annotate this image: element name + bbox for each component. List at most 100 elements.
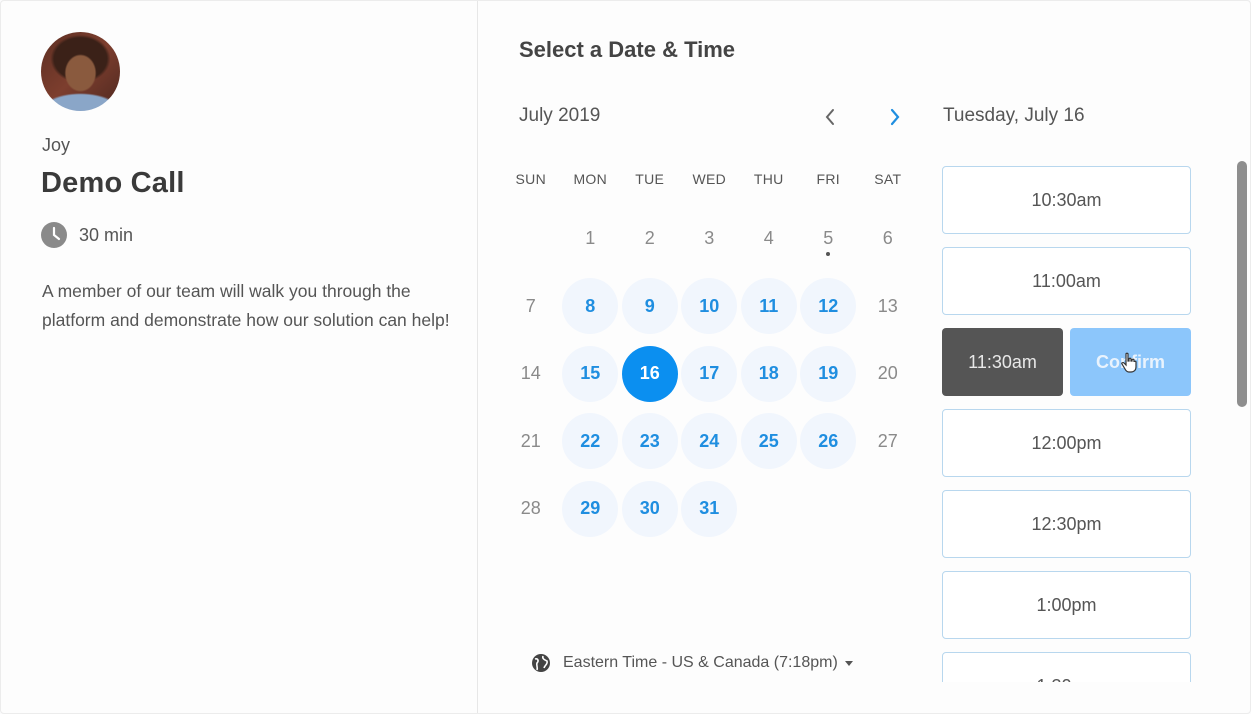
day-number: 28 [520, 498, 541, 519]
calendar-day: 13 [858, 273, 918, 341]
day-number: 14 [520, 363, 541, 384]
day-number: 29 [562, 480, 619, 537]
calendar-day[interactable]: 23 [620, 408, 680, 476]
calendar-day: 2 [620, 205, 680, 273]
calendar-day[interactable]: 15 [561, 340, 621, 408]
clock-icon [41, 222, 67, 248]
calendar-day: 6 [858, 205, 918, 273]
selected-time-slot[interactable]: 11:30am [942, 328, 1063, 396]
empty-day-cell [501, 205, 561, 273]
weekday-label: MON [573, 171, 608, 187]
weekday-label: SUN [515, 171, 546, 187]
calendar-day: 14 [501, 340, 561, 408]
next-month-button[interactable] [881, 103, 909, 131]
calendar-day[interactable]: 30 [620, 475, 680, 543]
day-number: 30 [621, 480, 678, 537]
calendar-day: 3 [680, 205, 740, 273]
time-slot-button[interactable]: 12:30pm [942, 490, 1191, 558]
globe-icon [532, 654, 550, 672]
weekday-label: TUE [635, 171, 665, 187]
time-slot-button[interactable]: 12:00pm [942, 409, 1191, 477]
calendar-day[interactable]: 17 [680, 340, 740, 408]
calendar-day: 7 [501, 273, 561, 341]
timezone-selector[interactable]: Eastern Time - US & Canada (7:18pm) [531, 653, 854, 673]
confirm-button[interactable]: Confirm [1070, 328, 1191, 396]
calendar-day: 1 [561, 205, 621, 273]
calendar-day: 20 [858, 340, 918, 408]
time-slot-button[interactable]: 1:00pm [942, 571, 1191, 639]
day-number: 7 [525, 295, 536, 316]
day-number: 1 [585, 228, 596, 249]
hand-cursor-icon [1121, 352, 1137, 373]
chevron-left-icon [825, 109, 834, 125]
day-number: 27 [877, 430, 898, 451]
calendar-grid: 1 2 3 4 5 6 7 8 9 10 11 12 13 14 15 16 17 18 19 20 21 22 23 24 2… [501, 205, 919, 543]
calendar-day[interactable]: 24 [680, 408, 740, 476]
weekday-label: SAT [874, 171, 902, 187]
day-number: 20 [877, 363, 898, 384]
day-number: 11 [740, 278, 797, 335]
weekday-label: THU [753, 171, 784, 187]
weekday-header: SUN MON TUE WED THU FRI SAT [501, 171, 919, 187]
time-slot-button[interactable]: 10:30am [942, 166, 1191, 234]
caret-down-icon [844, 661, 853, 666]
calendar-day[interactable]: 12 [799, 273, 859, 341]
day-number: 15 [562, 345, 619, 402]
selected-slot-row: 11:30am Confirm [942, 328, 1192, 396]
day-number: 24 [681, 413, 738, 470]
day-number: 23 [621, 413, 678, 470]
day-number: 19 [800, 345, 857, 402]
host-name: Joy [42, 135, 71, 155]
event-duration: 30 min [41, 222, 133, 248]
calendar-day[interactable]: 11 [739, 273, 799, 341]
page-title: Select a Date & Time [519, 37, 736, 62]
day-number: 16 [621, 345, 678, 402]
day-number: 3 [704, 228, 715, 249]
day-number: 10 [681, 278, 738, 335]
time-list-scrollbar[interactable] [1237, 161, 1247, 407]
calendar-day[interactable]: 29 [561, 475, 621, 543]
calendar-day: 4 [739, 205, 799, 273]
day-number: 13 [877, 295, 898, 316]
event-details-panel: Joy Demo Call 30 min A member of our tea… [1, 1, 478, 713]
day-number: 8 [562, 278, 619, 335]
calendar-day[interactable]: 9 [620, 273, 680, 341]
day-number: 17 [681, 345, 738, 402]
chevron-right-icon [890, 108, 900, 126]
weekday-label: FRI [816, 171, 840, 187]
calendar-day[interactable]: 10 [680, 273, 740, 341]
host-avatar [41, 32, 120, 111]
day-number: 31 [681, 480, 738, 537]
calendar-day[interactable]: 26 [799, 408, 859, 476]
calendar-day[interactable]: 22 [561, 408, 621, 476]
calendar-day: 21 [501, 408, 561, 476]
calendar-day[interactable]: 25 [739, 408, 799, 476]
day-number: 6 [882, 228, 893, 249]
day-number: 26 [800, 413, 857, 470]
calendar-day: 28 [501, 475, 561, 543]
time-slot-button[interactable]: 11:00am [942, 247, 1191, 315]
day-number: 12 [800, 278, 857, 335]
day-number: 21 [520, 430, 541, 451]
scheduling-card: Joy Demo Call 30 min A member of our tea… [0, 0, 1251, 714]
day-number: 2 [644, 228, 655, 249]
duration-label: 30 min [79, 224, 134, 245]
calendar-day[interactable]: 18 [739, 340, 799, 408]
calendar-day[interactable]: 31 [680, 475, 740, 543]
day-number: 18 [740, 345, 797, 402]
day-number: 9 [621, 278, 678, 335]
calendar-day-selected[interactable]: 16 [620, 340, 680, 408]
previous-month-button[interactable] [816, 103, 844, 131]
calendar-day[interactable]: 8 [561, 273, 621, 341]
event-title: Demo Call [41, 167, 185, 199]
time-slot-list: 10:30am 11:00am 11:30am Confirm 12:00pm 12… [942, 166, 1192, 682]
calendar-day[interactable]: 19 [799, 340, 859, 408]
time-slot-button[interactable]: 1:30pm [942, 652, 1191, 682]
day-number: 5 [823, 228, 834, 249]
day-number: 25 [740, 413, 797, 470]
selected-date-heading: Tuesday, July 16 [943, 105, 1085, 126]
calendar-day: 5 [799, 205, 859, 273]
day-number: 4 [763, 228, 774, 249]
event-description: A member of our team will walk you throu… [42, 281, 450, 330]
month-label: July 2019 [519, 105, 601, 126]
